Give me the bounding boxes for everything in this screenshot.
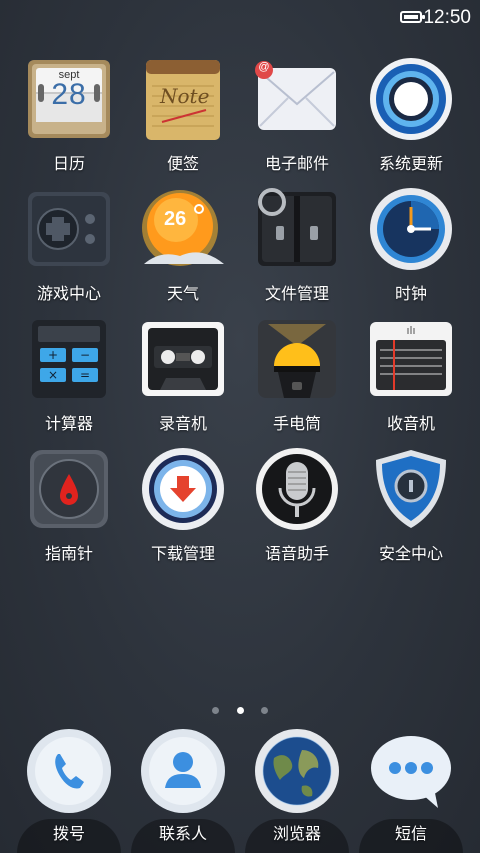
- calculator-icon: + − × =: [26, 316, 112, 402]
- app-file-manager[interactable]: 文件管理: [240, 186, 354, 304]
- dock-label: 短信: [394, 824, 427, 843]
- app-compass[interactable]: 指南针: [12, 446, 126, 564]
- app-label: 指南针: [44, 544, 93, 563]
- app-download-manager[interactable]: 下载管理: [126, 446, 240, 564]
- app-label: 安全中心: [378, 544, 443, 563]
- app-radio[interactable]: 收音机: [354, 316, 468, 434]
- calendar-day: 28: [51, 78, 87, 111]
- page-dot[interactable]: [260, 707, 268, 714]
- dock-label: 浏览器: [272, 824, 321, 843]
- microphone-icon: [254, 446, 340, 532]
- download-icon: [140, 446, 226, 532]
- svg-text:−: −: [80, 348, 90, 362]
- app-security-center[interactable]: 安全中心: [354, 446, 468, 564]
- app-label: 日历: [52, 154, 85, 173]
- app-label: 游戏中心: [36, 284, 101, 303]
- contacts-icon: [140, 728, 226, 814]
- status-time: 12:50: [423, 7, 471, 28]
- app-label: 录音机: [158, 414, 207, 433]
- app-label: 下载管理: [150, 544, 215, 563]
- dock-label: 拨号: [52, 824, 85, 843]
- page-dot-active[interactable]: [236, 707, 244, 714]
- app-game-center[interactable]: 游戏中心: [12, 186, 126, 304]
- battery-icon: [400, 11, 425, 23]
- app-label: 语音助手: [264, 544, 329, 563]
- app-notepad[interactable]: Note 便签: [126, 56, 240, 174]
- dock-app-contacts[interactable]: 联系人: [126, 728, 240, 844]
- page-dot[interactable]: [212, 707, 220, 714]
- app-label: 便签: [166, 154, 199, 173]
- file-manager-icon: [254, 186, 340, 272]
- weather-temp: 26: [164, 208, 187, 230]
- email-badge: @: [258, 61, 270, 73]
- shield-lock-icon: [368, 446, 454, 532]
- notepad-icon: Note: [140, 56, 226, 142]
- app-label: 文件管理: [264, 284, 329, 303]
- svg-text:+: +: [48, 348, 58, 362]
- dock: 拨号 联系人 浏览器 短信: [0, 728, 480, 853]
- email-icon: @: [254, 56, 340, 142]
- app-email[interactable]: @ 电子邮件: [240, 56, 354, 174]
- app-weather[interactable]: 26 天气: [126, 186, 240, 304]
- dock-app-phone[interactable]: 拨号: [12, 728, 126, 844]
- dock-app-browser[interactable]: 浏览器: [240, 728, 354, 844]
- app-label: 手电筒: [272, 414, 321, 433]
- dock-label: 联系人: [158, 824, 207, 843]
- app-clock[interactable]: 时钟: [354, 186, 468, 304]
- flashlight-icon: [254, 316, 340, 402]
- app-flashlight[interactable]: 手电筒: [240, 316, 354, 434]
- phone-icon: [26, 728, 112, 814]
- page-indicator[interactable]: [0, 699, 480, 718]
- clock-icon: [368, 186, 454, 272]
- app-label: 电子邮件: [264, 154, 329, 173]
- calendar-icon: sept 28: [26, 56, 112, 142]
- update-icon: [368, 56, 454, 142]
- radio-icon: [368, 316, 454, 402]
- app-voice-assistant[interactable]: 语音助手: [240, 446, 354, 564]
- message-icon: [368, 728, 454, 814]
- app-calculator[interactable]: + − × = 计算器: [12, 316, 126, 434]
- app-calendar[interactable]: sept 28 日历: [12, 56, 126, 174]
- app-recorder[interactable]: 录音机: [126, 316, 240, 434]
- status-bar: 12:50: [0, 0, 480, 36]
- app-label: 天气: [166, 284, 199, 303]
- svg-text:=: =: [80, 368, 90, 382]
- svg-text:×: ×: [48, 368, 58, 382]
- app-label: 计算器: [44, 414, 93, 433]
- gamepad-icon: [26, 186, 112, 272]
- cassette-icon: [140, 316, 226, 402]
- weather-sun-icon: 26: [140, 186, 226, 272]
- app-system-update[interactable]: 系统更新: [354, 56, 468, 174]
- app-label: 时钟: [394, 284, 427, 303]
- globe-icon: [254, 728, 340, 814]
- app-label: 收音机: [386, 414, 435, 433]
- compass-icon: [26, 446, 112, 532]
- app-label: 系统更新: [378, 154, 443, 173]
- degree-icon: [194, 204, 204, 214]
- note-text: Note: [160, 84, 210, 108]
- dock-app-messages[interactable]: 短信: [354, 728, 468, 844]
